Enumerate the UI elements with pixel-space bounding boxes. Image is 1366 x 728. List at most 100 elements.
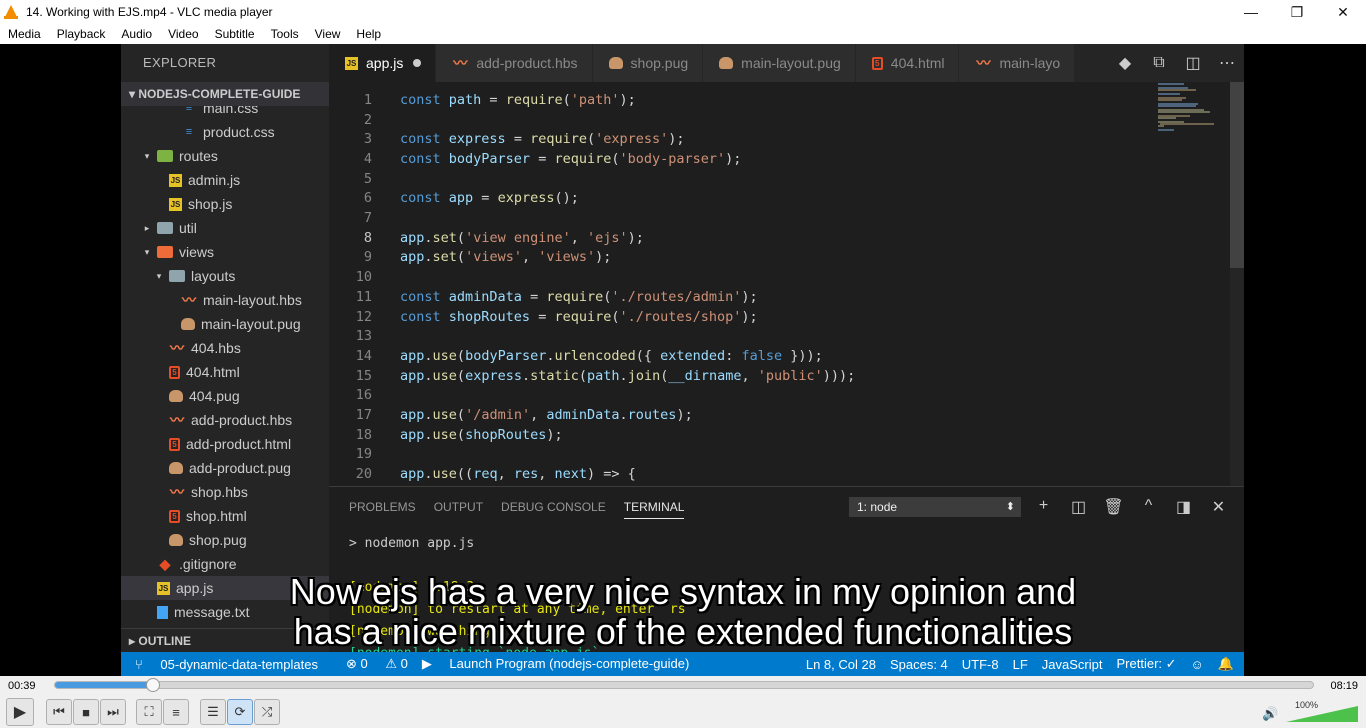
code-line[interactable]: 3 const express = require('express');	[329, 129, 685, 149]
next-button[interactable]: ⏭	[100, 699, 126, 725]
code-line[interactable]: 12 const shopRoutes = require('./routes/s…	[329, 307, 758, 327]
code-line[interactable]: 2	[329, 110, 400, 130]
launch-config[interactable]: ▶ Launch Program (nodejs-complete-guide)	[422, 656, 690, 672]
volume-control[interactable]: 🔊 100%	[1258, 700, 1358, 724]
code-editor[interactable]: 21 res.status(404).render('404', { pageT…	[329, 82, 1244, 486]
extended-settings-button[interactable]: ≡	[163, 699, 189, 725]
code-line[interactable]: 11 const adminData = require('./routes/ad…	[329, 287, 758, 307]
code-line[interactable]: 14 app.use(bodyParser.urlencoded({ extend…	[329, 346, 823, 366]
code-line[interactable]: 8 app.set('view engine', 'ejs');	[329, 228, 644, 248]
tree-item[interactable]: JS shop.js	[121, 192, 329, 216]
indentation[interactable]: Spaces: 4	[890, 657, 948, 672]
toggle-panel-position-icon[interactable]: ◨	[1166, 497, 1201, 517]
tree-item[interactable]: ≡ product.css	[121, 120, 329, 144]
split-terminal-icon[interactable]: ◫	[1061, 497, 1096, 517]
menu-subtitle[interactable]: Subtitle	[207, 27, 263, 41]
editor-scrollbar[interactable]	[1230, 82, 1244, 486]
cursor-position[interactable]: Ln 8, Col 28	[806, 657, 876, 672]
language-mode[interactable]: JavaScript	[1042, 657, 1103, 672]
kill-terminal-icon[interactable]: 🗑	[1096, 497, 1131, 517]
code-line[interactable]: 19	[329, 445, 400, 465]
tree-item[interactable]: 〰 add-product.hbs	[121, 408, 329, 432]
split-editor-icon[interactable]: ◫	[1176, 53, 1210, 73]
git-branch[interactable]: ⑂ 05-dynamic-data-templates	[135, 657, 318, 672]
tree-item[interactable]: add-product.pug	[121, 456, 329, 480]
tree-item[interactable]: ▾ views	[121, 240, 329, 264]
code-line[interactable]: 4 const bodyParser = require('body-parser…	[329, 149, 742, 169]
speaker-icon[interactable]: 🔊	[1262, 706, 1278, 722]
code-line[interactable]: 5	[329, 169, 400, 189]
tree-item[interactable]: 404.pug	[121, 384, 329, 408]
menu-video[interactable]: Video	[160, 27, 206, 41]
tree-item[interactable]: shop.pug	[121, 528, 329, 552]
chevron-icon[interactable]: ▾	[141, 151, 153, 162]
close-panel-icon[interactable]: ✕	[1201, 497, 1236, 517]
menu-playback[interactable]: Playback	[49, 27, 114, 41]
menu-help[interactable]: Help	[348, 27, 389, 41]
tree-item[interactable]: ▾ routes	[121, 144, 329, 168]
seek-handle[interactable]	[146, 678, 161, 692]
editor-tab[interactable]: 5 404.html	[855, 44, 960, 82]
code-line[interactable]: 13	[329, 326, 400, 346]
more-actions-icon[interactable]: ⋯	[1210, 53, 1244, 73]
fullscreen-button[interactable]: ⛶	[136, 699, 162, 725]
menu-view[interactable]: View	[307, 27, 349, 41]
tree-item[interactable]: JS admin.js	[121, 168, 329, 192]
terminal-select[interactable]: 1: node	[849, 497, 1021, 517]
menu-media[interactable]: Media	[0, 27, 49, 41]
menu-audio[interactable]: Audio	[113, 27, 160, 41]
minimap[interactable]	[1158, 82, 1228, 142]
shuffle-button[interactable]: ⤮	[254, 699, 280, 725]
editor-tab[interactable]: shop.pug	[592, 44, 704, 82]
tree-item[interactable]: 5 404.html	[121, 360, 329, 384]
tree-item[interactable]: ▾ layouts	[121, 264, 329, 288]
new-terminal-icon[interactable]: +	[1026, 497, 1061, 517]
maximize-panel-icon[interactable]: ^	[1131, 497, 1166, 517]
line-ending[interactable]: LF	[1013, 657, 1028, 672]
tree-item[interactable]: 5 add-product.html	[121, 432, 329, 456]
encoding[interactable]: UTF-8	[962, 657, 999, 672]
code-line[interactable]: 17 app.use('/admin', adminData.routes);	[329, 405, 693, 425]
video-area[interactable]: EXPLORER ▾ NODEJS-COMPLETE-GUIDE ≡ main.c…	[0, 44, 1366, 676]
code-line[interactable]: 1 const path = require('path');	[329, 90, 636, 110]
loop-button[interactable]: ⟳	[227, 699, 253, 725]
project-section-header[interactable]: ▾ NODEJS-COMPLETE-GUIDE	[121, 82, 329, 106]
unsaved-dot-icon[interactable]	[413, 59, 422, 67]
volume-slider[interactable]	[1286, 706, 1358, 722]
code-line[interactable]: 10	[329, 267, 400, 287]
git-compare-icon[interactable]: ◆	[1108, 53, 1142, 73]
seek-bar[interactable]	[54, 678, 1314, 692]
playlist-button[interactable]: ☰	[200, 699, 226, 725]
chevron-icon[interactable]: ▾	[153, 271, 165, 282]
editor-tab[interactable]: 〰 add-product.hbs	[436, 44, 593, 82]
editor-tab[interactable]: 〰 main-layo	[959, 44, 1076, 82]
close-button[interactable]: ✕	[1320, 0, 1366, 24]
code-line[interactable]: 16	[329, 386, 400, 406]
tree-item[interactable]: ▸ util	[121, 216, 329, 240]
menu-tools[interactable]: Tools	[263, 27, 307, 41]
feedback-icon[interactable]: ☺	[1191, 657, 1204, 672]
code-line[interactable]: 7	[329, 208, 400, 228]
code-line[interactable]: 6 const app = express();	[329, 189, 579, 209]
prettier-status[interactable]: Prettier: ✓	[1117, 656, 1177, 672]
chevron-icon[interactable]: ▾	[141, 247, 153, 258]
tree-item[interactable]: main-layout.pug	[121, 312, 329, 336]
editor-tab[interactable]: main-layout.pug	[703, 44, 856, 82]
editor-tab[interactable]: JS app.js	[329, 44, 437, 82]
code-line[interactable]: 15 app.use(express.static(path.join(__dir…	[329, 366, 856, 386]
problems-count[interactable]: ⊗ 0 ⚠ 0	[332, 656, 408, 672]
code-line[interactable]: 18 app.use(shopRoutes);	[329, 425, 563, 445]
tab-problems[interactable]: PROBLEMS	[349, 500, 416, 514]
tree-item[interactable]: 5 shop.html	[121, 504, 329, 528]
open-changes-icon[interactable]: ⧉	[1142, 54, 1176, 72]
tree-item[interactable]: 〰 main-layout.hbs	[121, 288, 329, 312]
code-line[interactable]: 20 app.use((req, res, next) => {	[329, 464, 636, 484]
tab-output[interactable]: OUTPUT	[434, 500, 483, 514]
editor-scroll-thumb[interactable]	[1230, 82, 1244, 268]
tree-item[interactable]: 〰 404.hbs	[121, 336, 329, 360]
tree-item[interactable]: 〰 shop.hbs	[121, 480, 329, 504]
notifications-icon[interactable]: 🔔	[1218, 656, 1234, 672]
stop-button[interactable]: ■	[73, 699, 99, 725]
tab-terminal[interactable]: TERMINAL	[623, 500, 685, 519]
code-line[interactable]: 9 app.set('views', 'views');	[329, 248, 612, 268]
